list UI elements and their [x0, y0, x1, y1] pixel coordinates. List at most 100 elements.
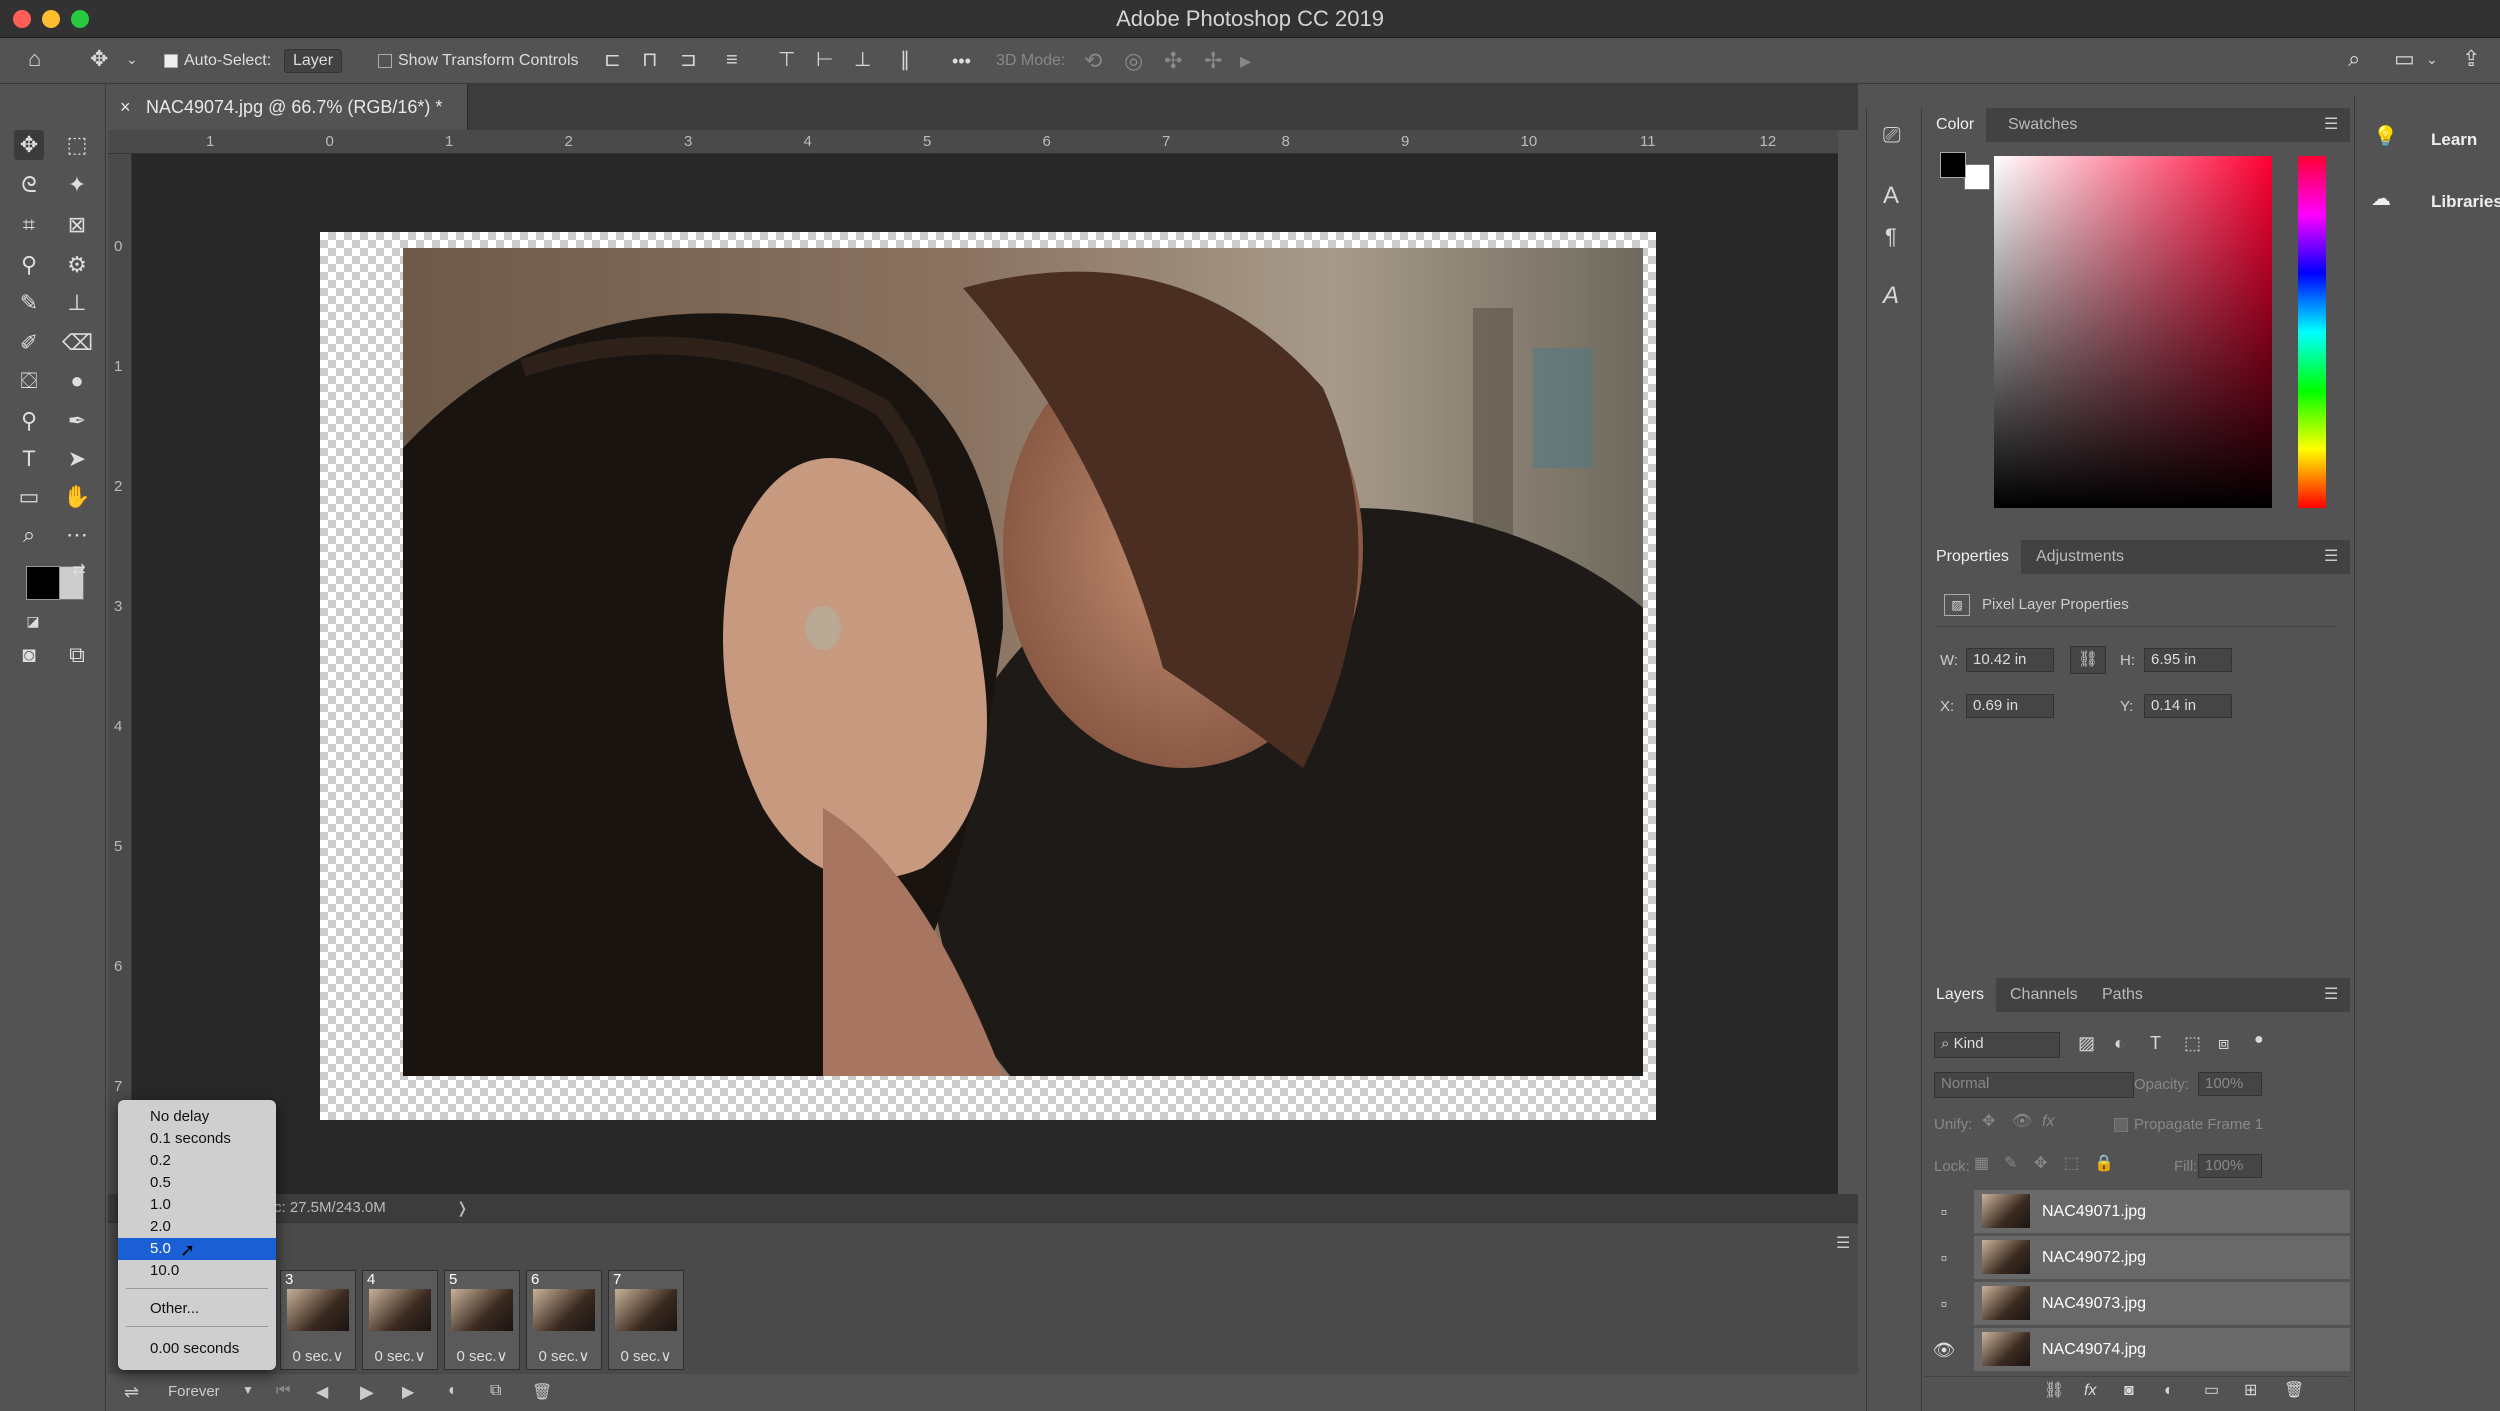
- hue-slider[interactable]: [2298, 156, 2326, 508]
- frame-delay[interactable]: 0 sec.∨: [609, 1347, 683, 1365]
- height-field[interactable]: 6.95 in: [2144, 648, 2232, 672]
- lock-transparent-icon[interactable]: ▦: [1974, 1156, 1989, 1172]
- hand-tool-icon[interactable]: ✋: [62, 482, 92, 512]
- lasso-tool-icon[interactable]: ᘓ: [14, 170, 44, 200]
- home-icon[interactable]: ⌂: [28, 48, 41, 70]
- layer-row[interactable]: NAC49073.jpg: [1974, 1282, 2350, 1326]
- default-colors-icon[interactable]: ◪: [18, 606, 48, 636]
- drag-3d-icon[interactable]: ✣: [1164, 50, 1182, 72]
- zoom-tool-icon[interactable]: ⌕: [14, 520, 44, 550]
- more-tools-icon[interactable]: ⋯: [62, 520, 92, 550]
- first-frame-icon[interactable]: ⏮: [276, 1382, 290, 1400]
- lock-position-icon[interactable]: ✥: [2034, 1156, 2047, 1172]
- x-field[interactable]: 0.69 in: [1966, 694, 2054, 718]
- delete-frame-icon[interactable]: 🗑: [532, 1382, 552, 1402]
- swap-colors-icon[interactable]: ⇄: [64, 556, 94, 586]
- new-layer-icon[interactable]: ⊞: [2244, 1383, 2257, 1399]
- eye-icon[interactable]: 👁: [1930, 1328, 1958, 1372]
- color-field[interactable]: [1994, 156, 2272, 508]
- add-style-icon[interactable]: fx: [2084, 1383, 2096, 1399]
- visibility-toggle-off[interactable]: ▫: [1930, 1236, 1958, 1280]
- color-panel-menu-icon[interactable]: ☰: [2324, 114, 2338, 134]
- align-right-icon[interactable]: ⊐: [680, 50, 697, 70]
- delay-option-selected[interactable]: 5.0: [118, 1238, 276, 1260]
- orbit-3d-icon[interactable]: ⟲: [1084, 50, 1102, 72]
- distribute-icon[interactable]: ≡: [726, 50, 738, 70]
- align-top-icon[interactable]: ⊤: [778, 50, 795, 70]
- tween-icon[interactable]: ◐: [448, 1382, 458, 1400]
- delay-option[interactable]: 10.0: [118, 1260, 276, 1282]
- layers-menu-icon[interactable]: ☰: [2324, 984, 2338, 1004]
- propagate-checkbox[interactable]: [2114, 1118, 2128, 1132]
- link-dimensions-icon[interactable]: ⛓: [2070, 646, 2106, 674]
- filter-pixel-icon[interactable]: ▨: [2078, 1034, 2095, 1052]
- workspace-icon[interactable]: ▭: [2394, 48, 2415, 70]
- quick-mask-icon[interactable]: ◙: [14, 640, 44, 670]
- frame-delay[interactable]: 0 sec.∨: [363, 1347, 437, 1365]
- photo-layer[interactable]: [403, 248, 1643, 1076]
- tab-properties[interactable]: Properties: [1924, 540, 2021, 574]
- chevron-down-icon[interactable]: ⌄: [126, 52, 138, 66]
- new-group-icon[interactable]: ▭: [2204, 1383, 2219, 1399]
- filter-type-icon[interactable]: T: [2150, 1034, 2161, 1052]
- unify-style-icon[interactable]: fx: [2042, 1114, 2054, 1130]
- auto-select-checkbox[interactable]: [164, 54, 178, 68]
- eraser-icon[interactable]: ⌫: [62, 328, 93, 358]
- align-left-icon[interactable]: ⊏: [604, 50, 621, 70]
- filter-toggle-icon[interactable]: ●: [2254, 1032, 2264, 1048]
- type-tool-icon[interactable]: T: [14, 444, 44, 474]
- history-panel-icon[interactable]: ⎚: [1883, 124, 1901, 146]
- minimize-window-button[interactable]: [42, 10, 60, 28]
- filter-shape-icon[interactable]: ⬚: [2184, 1034, 2201, 1052]
- play-icon[interactable]: ▶: [360, 1382, 374, 1403]
- delay-option-other[interactable]: Other...: [118, 1298, 276, 1320]
- patch-tool-icon[interactable]: ⚙: [62, 250, 92, 280]
- status-menu-arrow[interactable]: ❭: [456, 1199, 469, 1217]
- timeline-frame[interactable]: 6 0 sec.∨: [526, 1270, 602, 1370]
- move-tool-icon[interactable]: ✥: [14, 130, 44, 160]
- stamp-tool-icon[interactable]: ⊥: [62, 288, 92, 318]
- glyphs-panel-icon[interactable]: A: [1883, 284, 1899, 308]
- y-field[interactable]: 0.14 in: [2144, 694, 2232, 718]
- filter-adjustment-icon[interactable]: ◐: [2114, 1034, 2125, 1052]
- tab-layers[interactable]: Layers: [1924, 978, 1997, 1012]
- layer-row[interactable]: NAC49071.jpg: [1974, 1190, 2350, 1234]
- delay-option[interactable]: 0.2: [118, 1150, 276, 1172]
- align-center-icon[interactable]: ⊓: [642, 50, 658, 70]
- distribute-horizontal-icon[interactable]: ∥: [900, 50, 910, 70]
- layer-filter-dropdown[interactable]: ⌕ Kind: [1934, 1032, 2060, 1058]
- visibility-toggle-off[interactable]: ▫: [1930, 1190, 1958, 1234]
- close-tab-icon[interactable]: ×: [120, 84, 131, 130]
- fill-field[interactable]: 100%: [2198, 1154, 2262, 1178]
- layer-row[interactable]: NAC49072.jpg: [1974, 1236, 2350, 1280]
- more-options-button[interactable]: •••: [952, 38, 971, 84]
- learn-button[interactable]: Learn: [2431, 130, 2477, 150]
- blur-tool-icon[interactable]: ●: [62, 366, 92, 396]
- show-transform-checkbox[interactable]: [378, 54, 392, 68]
- delay-option[interactable]: 0.5: [118, 1172, 276, 1194]
- loop-dropdown[interactable]: Forever: [168, 1383, 220, 1400]
- tab-swatches[interactable]: Swatches: [1996, 108, 2089, 142]
- frame-delay[interactable]: 0 sec.∨: [527, 1347, 601, 1365]
- close-window-button[interactable]: [13, 10, 31, 28]
- timeline-menu-icon[interactable]: ☰: [1836, 1233, 1850, 1253]
- properties-menu-icon[interactable]: ☰: [2324, 546, 2338, 566]
- prev-frame-icon[interactable]: ◀: [316, 1382, 328, 1402]
- unify-position-icon[interactable]: ✥: [1982, 1114, 1995, 1130]
- share-icon[interactable]: ⇪: [2462, 48, 2480, 70]
- add-mask-icon[interactable]: ◙: [2124, 1383, 2134, 1399]
- delay-option[interactable]: 0.1 seconds: [118, 1128, 276, 1150]
- eyedropper-icon[interactable]: ⚲: [14, 250, 44, 280]
- crop-tool-icon[interactable]: ⌗: [14, 210, 44, 240]
- timeline-frame[interactable]: 3 0 sec.∨: [280, 1270, 356, 1370]
- workspace-chevron-icon[interactable]: ⌄: [2426, 52, 2438, 66]
- link-layers-icon[interactable]: ⛓: [2044, 1383, 2064, 1399]
- delay-option[interactable]: 1.0: [118, 1194, 276, 1216]
- rectangle-tool-icon[interactable]: ▭: [14, 482, 44, 512]
- screen-mode-icon[interactable]: ⧉: [62, 640, 92, 670]
- slide-3d-icon[interactable]: ✢: [1204, 50, 1222, 72]
- auto-select-dropdown[interactable]: Layer: [284, 49, 343, 73]
- foreground-swatch[interactable]: [1940, 152, 1966, 178]
- opacity-field[interactable]: 100%: [2198, 1072, 2262, 1096]
- tab-adjustments[interactable]: Adjustments: [2024, 540, 2136, 574]
